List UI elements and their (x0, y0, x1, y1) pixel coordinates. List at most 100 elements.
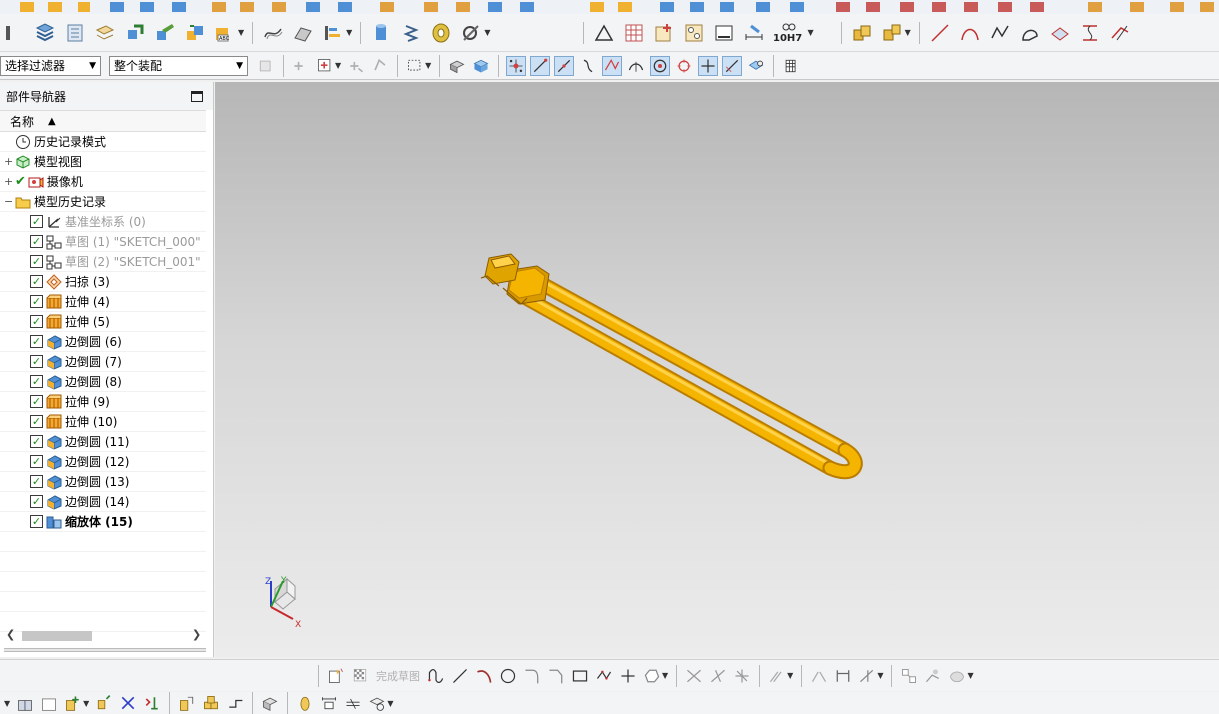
relations-dropdown-icon[interactable]: ▼ (967, 671, 973, 680)
rect-select-dropdown-icon[interactable]: ▼ (425, 61, 431, 70)
dropdown-icon[interactable]: ▼ (4, 699, 10, 708)
more-tools-dropdown-icon[interactable]: ▼ (387, 699, 393, 708)
feature-row[interactable]: ✓ 边倒圆 (6) (0, 332, 206, 352)
general-select-icon[interactable] (315, 56, 335, 76)
annotation-icon[interactable]: ABC (213, 21, 237, 45)
gear-tool-dropdown-icon[interactable]: ▼ (484, 28, 490, 37)
visibility-checkbox[interactable]: ✓ (30, 495, 43, 508)
gear-tool-icon[interactable] (459, 21, 483, 45)
visibility-checkbox[interactable]: ✓ (30, 395, 43, 408)
component-dropdown-icon[interactable]: ▼ (905, 28, 911, 37)
sequence-icon[interactable] (142, 693, 162, 713)
align-dropdown-icon[interactable]: ▼ (346, 28, 352, 37)
line-icon[interactable] (928, 21, 952, 45)
fit-dropdown-icon[interactable]: ▼ (807, 28, 813, 37)
feature-row[interactable]: ✓ 边倒圆 (7) (0, 352, 206, 372)
snap-grid-icon[interactable] (781, 56, 801, 76)
interference-icon[interactable] (201, 693, 221, 713)
visibility-checkbox[interactable]: ✓ (30, 515, 43, 528)
visibility-checkbox[interactable]: ✓ (30, 435, 43, 448)
feature-row[interactable]: ✓ 扫掠 (3) (0, 272, 206, 292)
snap-point-on-curve-icon[interactable] (698, 55, 719, 76)
assembly-constraints-icon[interactable] (15, 693, 35, 713)
shape-dropdown-icon[interactable]: ▼ (662, 671, 668, 680)
geometric-constraint-icon[interactable] (857, 666, 877, 686)
visibility-checkbox[interactable]: ✓ (30, 255, 43, 268)
sketch-icon[interactable] (326, 666, 346, 686)
scroll-left-icon[interactable]: ❮ (6, 628, 15, 641)
scroll-right-icon[interactable]: ❯ (192, 628, 201, 641)
rapid-dimension-icon[interactable] (833, 666, 853, 686)
select-face-icon[interactable] (471, 56, 491, 76)
snap-point-on-surface-icon[interactable] (722, 55, 743, 76)
select-body-icon[interactable] (370, 56, 390, 76)
navigator-column-header[interactable]: 名称 ▲ (0, 110, 206, 132)
finish-sketch-label[interactable]: 完成草图 (376, 668, 420, 684)
visibility-checkbox[interactable]: ✓ (30, 235, 43, 248)
more-tools-icon[interactable] (367, 693, 387, 713)
mirror-curve-icon[interactable] (809, 666, 829, 686)
select-dropdown-icon[interactable]: ▼ (335, 61, 341, 70)
feature-row[interactable]: ✓ 边倒圆 (13) (0, 472, 206, 492)
sketch-rectangle-icon[interactable] (570, 666, 590, 686)
wave-geometry-icon[interactable] (177, 693, 197, 713)
visibility-checkbox[interactable]: ✓ (30, 315, 43, 328)
face-surface-icon[interactable] (291, 21, 315, 45)
annotation-dropdown-icon[interactable]: ▼ (238, 28, 244, 37)
feature-row[interactable]: ✓ 边倒圆 (12) (0, 452, 206, 472)
exploded-view-icon[interactable] (118, 693, 138, 713)
layer-list-icon[interactable] (63, 21, 87, 45)
snap-existing-point-icon[interactable] (506, 55, 527, 76)
project-curve-icon[interactable] (1078, 21, 1102, 45)
rectangle-select-icon[interactable] (405, 56, 425, 76)
expand-icon[interactable]: + (4, 155, 13, 168)
scrollbar-thumb[interactable] (22, 631, 92, 641)
offset-sketch-curve-icon[interactable] (767, 666, 787, 686)
feature-row[interactable]: ✓ 拉伸 (9) (0, 392, 206, 412)
snap-intersection-icon[interactable] (602, 55, 623, 76)
navigator-node[interactable]: 历史记录模式 (0, 132, 206, 152)
grid-plus-icon[interactable] (652, 21, 676, 45)
feature-row[interactable]: ✓ 拉伸 (4) (0, 292, 206, 312)
spring-icon[interactable] (399, 21, 423, 45)
surface-icon[interactable] (261, 21, 285, 45)
assembly-edit-icon[interactable] (153, 21, 177, 45)
visibility-checkbox[interactable]: ✓ (30, 355, 43, 368)
offset-dropdown-icon[interactable]: ▼ (787, 671, 793, 680)
view-triad[interactable]: Z Y X (265, 576, 301, 630)
show-constraints-icon[interactable] (899, 666, 919, 686)
new-component-icon[interactable] (63, 693, 83, 713)
cylinder-icon[interactable] (369, 21, 393, 45)
collapse-icon[interactable]: − (4, 195, 13, 208)
assembly-replace-icon[interactable] (183, 21, 207, 45)
navigator-node[interactable]: − 模型历史记录 (0, 192, 206, 212)
visibility-checkbox[interactable]: ✓ (30, 375, 43, 388)
component-array-icon[interactable] (880, 21, 904, 45)
visibility-checkbox[interactable]: ✓ (30, 415, 43, 428)
feature-row[interactable]: ✓ 草图 (1) "SKETCH_000" (0, 232, 206, 252)
align-icon[interactable] (321, 21, 345, 45)
navigator-node[interactable]: + 模型视图 (0, 152, 206, 172)
visibility-checkbox[interactable]: ✓ (30, 475, 43, 488)
bearing-icon[interactable] (429, 21, 453, 45)
profile-icon[interactable] (426, 666, 446, 686)
expand-icon[interactable]: + (4, 175, 13, 188)
feature-row[interactable]: ✓ 草图 (2) "SKETCH_001" (0, 252, 206, 272)
select-component-icon[interactable] (256, 56, 276, 76)
fit-tolerance-icon[interactable]: 10H7 (772, 21, 806, 45)
navigator-node[interactable]: + ✔ 摄像机 (0, 172, 206, 192)
pmi-icon[interactable] (295, 693, 315, 713)
visibility-checkbox[interactable]: ✓ (30, 295, 43, 308)
measure-icon[interactable] (319, 693, 339, 713)
spline-icon[interactable] (988, 21, 1012, 45)
snap-point-icon[interactable] (291, 56, 311, 76)
visibility-checkbox[interactable]: ✓ (30, 275, 43, 288)
finish-sketch-flag-icon[interactable] (350, 666, 370, 686)
snap-control-point-icon[interactable] (578, 56, 598, 76)
visibility-checkbox[interactable]: ✓ (30, 335, 43, 348)
make-corner-icon[interactable] (732, 666, 752, 686)
layers-icon[interactable] (33, 21, 57, 45)
view-section-icon[interactable] (260, 693, 280, 713)
quick-extend-icon[interactable] (708, 666, 728, 686)
constraint-dropdown-icon[interactable]: ▼ (877, 671, 883, 680)
